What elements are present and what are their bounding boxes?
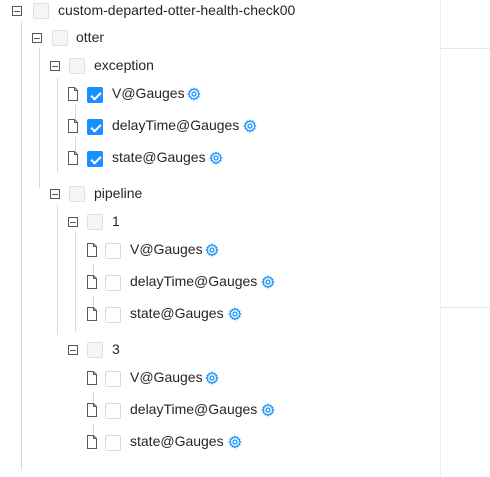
tree-guide-line xyxy=(21,22,22,470)
tree-node-label-exception[interactable]: exception xyxy=(94,57,154,73)
setting-icon[interactable] xyxy=(228,307,242,321)
checkbox-root[interactable] xyxy=(33,3,49,19)
tree-guide-line xyxy=(75,105,76,119)
checkbox-group-3-delaytime[interactable] xyxy=(105,403,121,419)
checkbox-exception[interactable] xyxy=(69,58,85,74)
file-icon xyxy=(87,275,97,289)
checkbox-exception-state[interactable] xyxy=(87,151,103,167)
file-icon xyxy=(68,119,78,133)
checkbox-group-3[interactable] xyxy=(87,342,103,358)
setting-icon[interactable] xyxy=(205,243,219,257)
panel-divider xyxy=(440,0,441,477)
checkbox-group-3-v[interactable] xyxy=(105,371,121,387)
collapse-toggle-exception[interactable] xyxy=(50,61,60,71)
tree-leaf-label[interactable]: V@Gauges xyxy=(130,241,203,257)
tree-leaf-label[interactable]: V@Gauges xyxy=(112,85,185,101)
tree-leaf-label[interactable]: delayTime@Gauges xyxy=(130,273,257,289)
tree-guide-line xyxy=(57,78,58,172)
right-panel-separator xyxy=(440,307,490,308)
file-icon xyxy=(87,307,97,321)
file-icon xyxy=(87,371,97,385)
tree-node-label-otter[interactable]: otter xyxy=(76,29,104,45)
checkbox-group-3-state[interactable] xyxy=(105,435,121,451)
collapse-toggle-group-3[interactable] xyxy=(68,345,78,355)
file-icon xyxy=(87,403,97,417)
collapse-toggle-root[interactable] xyxy=(12,6,22,16)
right-panel-separator xyxy=(440,48,490,49)
tree-leaf-label[interactable]: state@Gauges xyxy=(130,433,224,449)
checkbox-group-1-v[interactable] xyxy=(105,243,121,259)
checkbox-pipeline[interactable] xyxy=(69,186,85,202)
tree-leaf-label[interactable]: delayTime@Gauges xyxy=(130,401,257,417)
checkbox-exception-delaytime[interactable] xyxy=(87,119,103,135)
tree-node-label-root[interactable]: custom-departed-otter-health-check00 xyxy=(58,2,295,18)
tree-node-label-group-3[interactable]: 3 xyxy=(112,341,120,357)
tree-guide-line xyxy=(75,137,76,151)
collapse-toggle-otter[interactable] xyxy=(32,33,42,43)
tree-guide-line xyxy=(75,232,76,332)
setting-icon[interactable] xyxy=(243,119,257,133)
tree-leaf-label[interactable]: state@Gauges xyxy=(130,305,224,321)
checkbox-group-1[interactable] xyxy=(87,214,103,230)
checkbox-otter[interactable] xyxy=(52,30,68,46)
checkbox-exception-v[interactable] xyxy=(87,87,103,103)
file-icon xyxy=(68,87,78,101)
setting-icon[interactable] xyxy=(228,435,242,449)
tree-guide-line xyxy=(57,205,58,335)
checkbox-group-1-state[interactable] xyxy=(105,307,121,323)
tree-node-label-group-1[interactable]: 1 xyxy=(112,213,120,229)
setting-icon[interactable] xyxy=(187,87,201,101)
file-icon xyxy=(68,151,78,165)
checkbox-group-1-delaytime[interactable] xyxy=(105,275,121,291)
collapse-toggle-group-1[interactable] xyxy=(68,217,78,227)
file-icon xyxy=(87,435,97,449)
tree-guide-line xyxy=(39,48,40,188)
tree-node-label-pipeline[interactable]: pipeline xyxy=(94,185,142,201)
setting-icon[interactable] xyxy=(209,151,223,165)
tree-leaf-label[interactable]: delayTime@Gauges xyxy=(112,117,239,133)
collapse-toggle-pipeline[interactable] xyxy=(50,189,60,199)
metric-tree: custom-departed-otter-health-check00 ott… xyxy=(0,0,440,477)
setting-icon[interactable] xyxy=(261,275,275,289)
tree-leaf-label[interactable]: V@Gauges xyxy=(130,369,203,385)
setting-icon[interactable] xyxy=(205,371,219,385)
tree-leaf-label[interactable]: state@Gauges xyxy=(112,149,206,165)
file-icon xyxy=(87,243,97,257)
setting-icon[interactable] xyxy=(261,403,275,417)
